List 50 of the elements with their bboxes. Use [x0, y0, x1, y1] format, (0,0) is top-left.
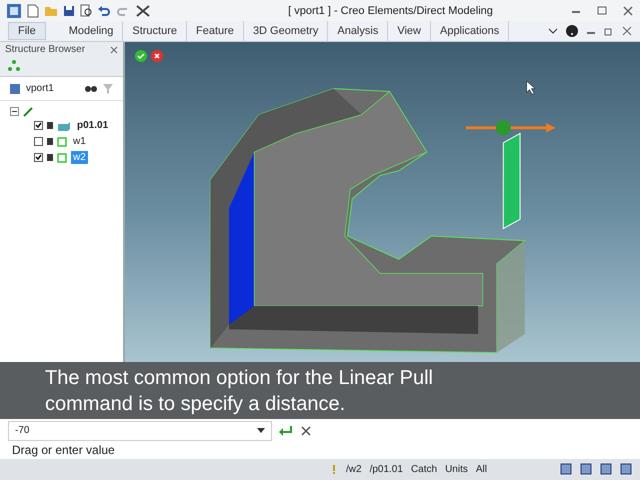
- tree-item[interactable]: p01.01: [75, 119, 110, 132]
- value-input-field[interactable]: -70: [8, 420, 272, 441]
- view-tool-icon[interactable]: [560, 463, 572, 476]
- cursor-icon: [526, 81, 536, 95]
- undo-icon[interactable]: [97, 4, 111, 17]
- checkbox[interactable]: [34, 137, 43, 146]
- confirm-icon[interactable]: [135, 50, 147, 62]
- status-item[interactable]: /w2: [346, 464, 362, 475]
- close-icon[interactable]: [110, 46, 118, 54]
- collapse-box-icon[interactable]: [10, 107, 19, 116]
- help-icon[interactable]: [566, 25, 578, 38]
- panel-title: Structure Browser: [5, 44, 86, 56]
- checkbox[interactable]: [34, 153, 43, 162]
- pencil-icon: [23, 107, 33, 118]
- restore-icon[interactable]: [604, 26, 614, 36]
- subtitle-text: The most common option for the Linear Pull command is to specify a distance.: [45, 366, 434, 417]
- close-icon[interactable]: [300, 424, 312, 437]
- view-tool-icon[interactable]: [580, 463, 592, 476]
- tree-item[interactable]: w1: [71, 135, 88, 148]
- workplane-icon: [57, 152, 67, 163]
- checkbox[interactable]: [34, 121, 43, 130]
- close-icon[interactable]: [622, 26, 632, 36]
- part-model-drawing[interactable]: [210, 88, 526, 354]
- save-icon[interactable]: [63, 4, 75, 17]
- warning-icon: [330, 464, 338, 474]
- status-item[interactable]: /p01.01: [370, 464, 403, 475]
- close-icon[interactable]: [622, 6, 634, 16]
- 3d-viewport[interactable]: [125, 42, 640, 362]
- move-arrow-icon[interactable]: [466, 120, 556, 230]
- window-title: [ vport1 ] - Creo Elements/Direct Modeling: [287, 4, 494, 17]
- tree-icon[interactable]: [8, 59, 20, 72]
- part-icon: [57, 120, 71, 131]
- workplane-icon: [57, 136, 67, 147]
- prompt-text: Drag or enter value: [12, 442, 115, 457]
- status-item[interactable]: Units: [445, 464, 468, 475]
- cancel-icon[interactable]: [151, 50, 163, 62]
- ribbon-tab[interactable]: File: [8, 22, 46, 40]
- view-tool-icon[interactable]: [620, 463, 632, 476]
- view-tool-icon[interactable]: [600, 463, 612, 476]
- preview-icon[interactable]: [80, 4, 92, 18]
- enter-icon[interactable]: [278, 424, 294, 438]
- app-logo-icon[interactable]: [6, 2, 22, 19]
- status-item[interactable]: Catch: [410, 464, 438, 475]
- dropdown-icon[interactable]: [257, 428, 265, 434]
- status-item[interactable]: All: [476, 464, 487, 475]
- binoculars-icon[interactable]: [85, 84, 97, 94]
- collapse-icon[interactable]: [548, 26, 558, 36]
- new-file-icon[interactable]: [27, 4, 39, 18]
- maximize-icon[interactable]: [596, 6, 608, 16]
- viewport-label: vport1: [26, 83, 54, 94]
